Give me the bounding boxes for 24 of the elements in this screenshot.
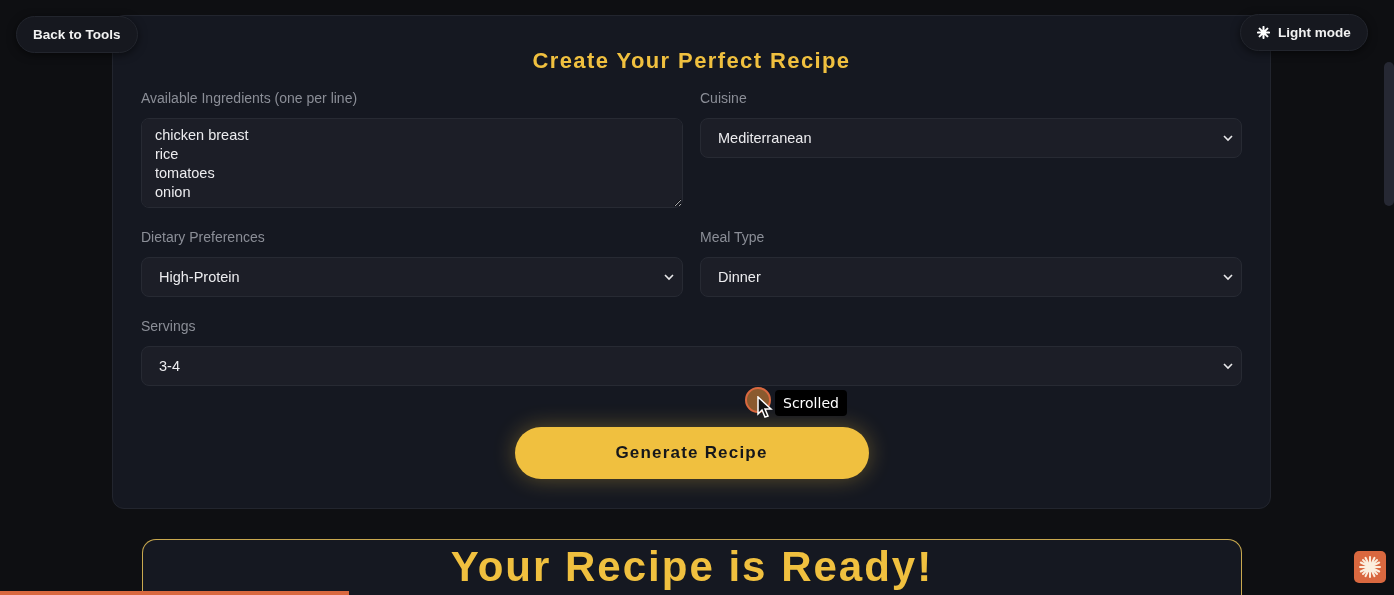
back-button[interactable]: Back to Tools — [16, 16, 138, 53]
dropdown-field[interactable]: 3-4 — [141, 346, 1242, 386]
chevron-down-icon — [1223, 273, 1233, 281]
dropdown-field[interactable]: Mediterranean — [700, 118, 1242, 158]
theme-toggle-button[interactable]: Light mode — [1240, 14, 1368, 51]
field-label: Available Ingredients (one per line) — [141, 90, 358, 106]
scrollbar-thumb[interactable] — [1384, 62, 1394, 206]
chevron-down-icon — [664, 273, 674, 281]
field-label: Dietary Preferences — [141, 229, 265, 245]
dropdown-field[interactable]: High-Protein — [141, 257, 683, 297]
field-label: Meal Type — [700, 229, 765, 245]
field-label: Servings — [141, 318, 196, 334]
app-icon[interactable] — [1354, 551, 1386, 583]
result-title: Your Recipe is Ready! — [449, 544, 935, 590]
ingredients-field[interactable]: chicken breast rice tomatoes onion — [141, 118, 683, 208]
chevron-down-icon — [1223, 362, 1233, 370]
sun-icon — [1257, 26, 1270, 39]
field-label: Cuisine — [700, 90, 747, 106]
form-title: Create Your Perfect Recipe — [531, 48, 852, 74]
tooltip: Scrolled — [775, 390, 847, 416]
generate-recipe-button[interactable]: Generate Recipe — [514, 427, 869, 479]
dropdown-field[interactable]: Dinner — [700, 257, 1242, 297]
cursor-icon — [757, 396, 773, 418]
chevron-down-icon — [1223, 134, 1233, 142]
